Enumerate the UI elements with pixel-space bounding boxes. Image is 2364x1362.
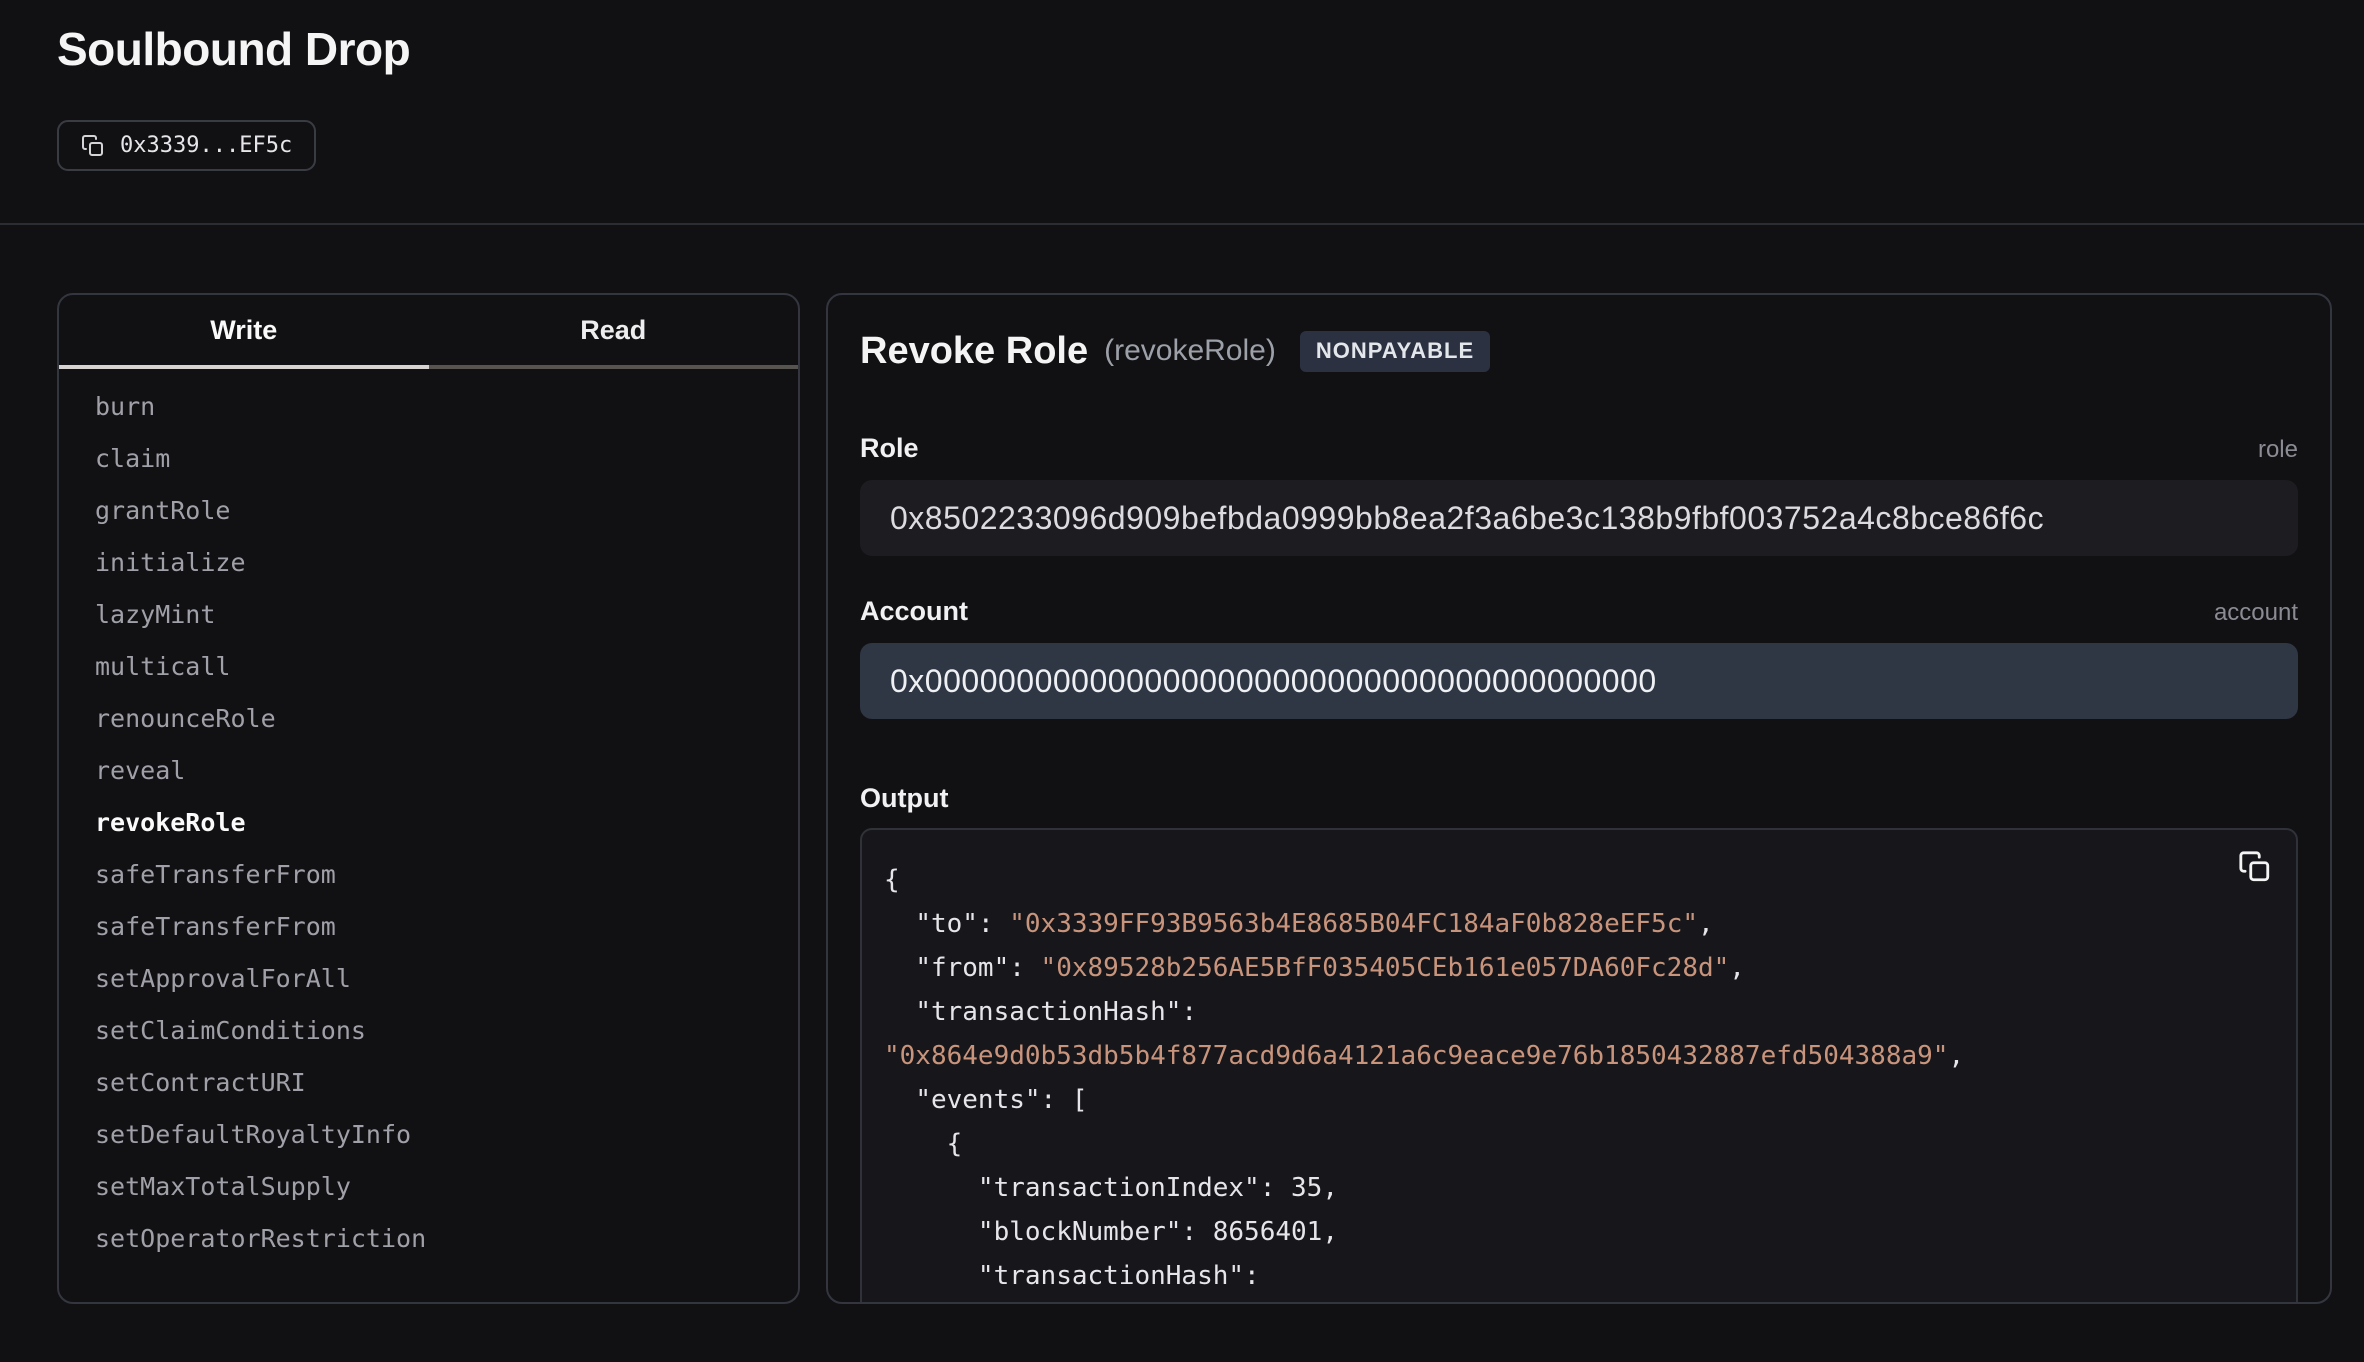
function-item-revokeRole[interactable]: revokeRole xyxy=(59,797,798,849)
function-item-setDefaultRoyaltyInfo[interactable]: setDefaultRoyaltyInfo xyxy=(59,1109,798,1161)
code-line: "events": [ xyxy=(884,1078,2266,1122)
function-item-reveal[interactable]: reveal xyxy=(59,745,798,797)
account-field-label: Account xyxy=(860,596,968,627)
function-item-multicall[interactable]: multicall xyxy=(59,641,798,693)
page-title: Soulbound Drop xyxy=(57,22,2307,76)
function-browser-card: Write Read burn claim grantRole initiali… xyxy=(57,293,800,1304)
output-code-block: { "to": "0x3339FF93B9563b4E8685B04FC184a… xyxy=(860,828,2298,1304)
function-item-setApprovalForAll[interactable]: setApprovalForAll xyxy=(59,953,798,1005)
copy-output-button[interactable] xyxy=(2238,850,2272,887)
function-item-safeTransferFrom-2[interactable]: safeTransferFrom xyxy=(59,901,798,953)
output-label: Output xyxy=(860,783,2298,814)
function-item-setOperatorRestriction[interactable]: setOperatorRestriction xyxy=(59,1213,798,1265)
code-line: "transactionIndex": 35, xyxy=(884,1166,2266,1210)
function-item-setClaimConditions[interactable]: setClaimConditions xyxy=(59,1005,798,1057)
function-item-claim[interactable]: claim xyxy=(59,433,798,485)
contract-address-label: 0x3339...EF5c xyxy=(120,133,292,158)
page-header: Soulbound Drop 0x3339...EF5c xyxy=(0,0,2364,225)
copy-icon xyxy=(2238,850,2272,884)
output-section: Output { "to": "0x3339FF93B9563b4E8685B0… xyxy=(860,783,2298,1304)
function-detail-card: Revoke Role (revokeRole) NONPAYABLE Role… xyxy=(826,293,2332,1304)
code-line: "from": "0x89528b256AE5BfF035405CEb161e0… xyxy=(884,946,2266,990)
code-line: { xyxy=(884,1122,2266,1166)
role-field-group: Role role xyxy=(860,433,2298,556)
code-line: "transactionHash": xyxy=(884,1254,2266,1298)
function-item-lazyMint[interactable]: lazyMint xyxy=(59,589,798,641)
function-name: (revokeRole) xyxy=(1104,334,1276,368)
code-line: { xyxy=(884,858,2266,902)
code-line: "blockNumber": 8656401, xyxy=(884,1210,2266,1254)
function-item-grantRole[interactable]: grantRole xyxy=(59,485,798,537)
tab-write[interactable]: Write xyxy=(59,295,429,369)
output-code: { "to": "0x3339FF93B9563b4E8685B04FC184a… xyxy=(884,858,2266,1298)
function-item-initialize[interactable]: initialize xyxy=(59,537,798,589)
function-item-renounceRole[interactable]: renounceRole xyxy=(59,693,798,745)
role-field-hint: role xyxy=(2258,436,2298,464)
account-field-hint: account xyxy=(2214,599,2298,627)
function-item-setMaxTotalSupply[interactable]: setMaxTotalSupply xyxy=(59,1161,798,1213)
role-field-label: Role xyxy=(860,433,919,464)
function-header: Revoke Role (revokeRole) NONPAYABLE xyxy=(860,327,2298,375)
function-title: Revoke Role xyxy=(860,330,1088,373)
code-line: "0x864e9d0b53db5b4f877acd9d6a4121a6c9eac… xyxy=(884,1034,2266,1078)
copy-icon xyxy=(81,134,105,158)
account-field-group: Account account xyxy=(860,596,2298,719)
function-item-safeTransferFrom[interactable]: safeTransferFrom xyxy=(59,849,798,901)
tab-read[interactable]: Read xyxy=(429,295,799,369)
tab-bar: Write Read xyxy=(59,295,798,369)
code-line: "transactionHash": xyxy=(884,990,2266,1034)
mutability-badge: NONPAYABLE xyxy=(1300,331,1490,372)
function-item-burn[interactable]: burn xyxy=(59,381,798,433)
function-list: burn claim grantRole initialize lazyMint… xyxy=(59,369,798,1277)
contract-explorer: Write Read burn claim grantRole initiali… xyxy=(0,225,2364,1304)
function-item-setContractURI[interactable]: setContractURI xyxy=(59,1057,798,1109)
account-input[interactable] xyxy=(860,643,2298,719)
role-input[interactable] xyxy=(860,480,2298,556)
code-line: "to": "0x3339FF93B9563b4E8685B04FC184aF0… xyxy=(884,902,2266,946)
contract-address-badge[interactable]: 0x3339...EF5c xyxy=(57,120,316,171)
